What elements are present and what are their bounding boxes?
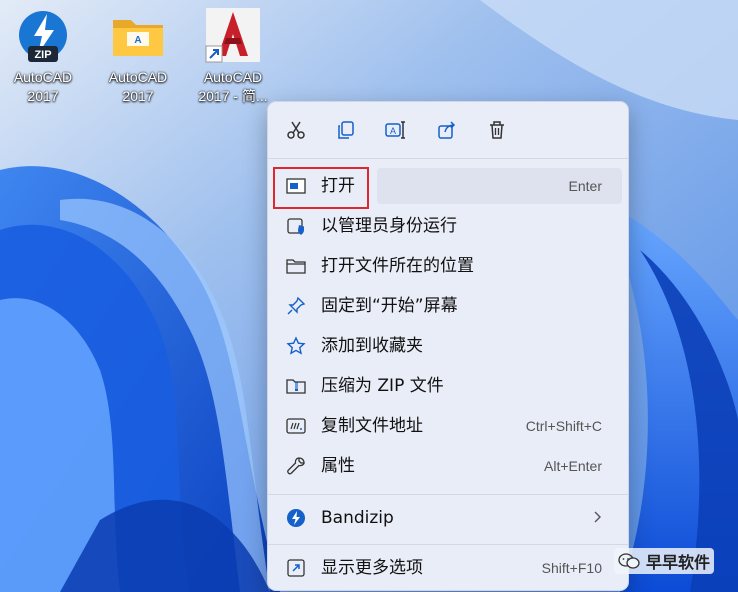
menu-item-show-more-options[interactable]: 显示更多选项 Shift+F10: [274, 550, 622, 586]
copy-icon: [338, 121, 354, 139]
desktop-icon-autocad-zip[interactable]: ZIP AutoCAD 2017: [0, 6, 86, 114]
watermark: 早早软件: [614, 548, 715, 574]
pin-icon: [286, 296, 306, 316]
folder-icon: [286, 256, 306, 276]
delete-button[interactable]: [485, 118, 509, 142]
menu-item-open-file-location[interactable]: 打开文件所在的位置: [274, 248, 622, 284]
menu-item-compress-zip[interactable]: 压缩为 ZIP 文件: [274, 368, 622, 404]
trash-icon: [490, 121, 504, 139]
menu-item-add-to-favorites[interactable]: 添加到收藏夹: [274, 328, 622, 364]
svg-text:A: A: [134, 35, 141, 46]
wrench-icon: [286, 456, 306, 476]
menu-separator: [268, 494, 628, 495]
bandizip-icon: [286, 508, 306, 528]
menu-item-label: 添加到收藏夹: [321, 336, 423, 356]
menu-item-label: 固定到“开始”屏幕: [321, 296, 458, 316]
share-icon: [438, 121, 456, 139]
watermark-text: 早早软件: [646, 553, 711, 572]
copy-button[interactable]: [334, 118, 358, 142]
shield-icon: [286, 216, 306, 236]
desktop-icon-label: AutoCAD: [203, 69, 263, 85]
svg-text:A: A: [390, 126, 396, 136]
scissors-icon: [287, 121, 305, 139]
rename-button[interactable]: A: [384, 118, 408, 142]
desktop-icon-label: 2017: [27, 88, 59, 104]
menu-item-copy-path[interactable]: 复制文件地址 Ctrl+Shift+C: [274, 408, 622, 444]
rename-icon: A: [385, 121, 405, 139]
menu-item-bandizip[interactable]: Bandizip: [274, 500, 622, 536]
desktop-icon-label: 2017: [122, 88, 154, 104]
menu-item-shortcut: Alt+Enter: [544, 458, 602, 474]
desktop-icon-autocad-shortcut[interactable]: AutoCAD 2017 - 简...: [190, 6, 276, 114]
annotation-highlight-box: [273, 167, 369, 209]
desktop-icon-autocad-folder[interactable]: A AutoCAD 2017: [95, 6, 181, 114]
menu-item-label: 显示更多选项: [321, 558, 423, 578]
quick-actions-bar: A: [268, 102, 628, 158]
menu-item-label: Bandizip: [321, 508, 394, 528]
menu-item-pin-to-start[interactable]: 固定到“开始”屏幕: [274, 288, 622, 324]
star-icon: [286, 336, 306, 356]
menu-item-label: 以管理员身份运行: [321, 216, 457, 236]
zip-icon: [286, 376, 306, 396]
menu-item-label: 属性: [321, 456, 355, 476]
menu-separator: [268, 158, 628, 159]
menu-item-shortcut: Enter: [568, 178, 602, 194]
menu-item-properties[interactable]: 属性 Alt+Enter: [274, 448, 622, 484]
menu-item-label: 打开文件所在的位置: [321, 256, 474, 276]
more-options-icon: [286, 558, 306, 578]
zip-archive-icon: ZIP: [14, 6, 72, 64]
menu-item-run-as-admin[interactable]: 以管理员身份运行: [274, 208, 622, 244]
desktop-icon-label: AutoCAD: [108, 69, 168, 85]
menu-item-shortcut: Shift+F10: [541, 560, 602, 576]
context-menu: A 打开 Enter 以管理员身份运行 打开文件所在的位置 固定到“开始”屏幕 …: [267, 101, 629, 591]
menu-item-label: 压缩为 ZIP 文件: [321, 376, 444, 396]
wechat-icon: [618, 553, 640, 569]
cut-button[interactable]: [284, 118, 308, 142]
menu-item-label: 复制文件地址: [321, 416, 423, 436]
menu-item-shortcut: Ctrl+Shift+C: [525, 418, 602, 434]
desktop-icon-label: AutoCAD: [13, 69, 73, 85]
svg-text:ZIP: ZIP: [34, 49, 51, 61]
share-button[interactable]: [435, 118, 459, 142]
autocad-shortcut-icon: [204, 6, 262, 64]
chevron-right-icon: [592, 510, 602, 528]
folder-icon: A: [109, 6, 167, 64]
copy-path-icon: [286, 416, 306, 436]
desktop-icon-label: 2017 - 简...: [198, 88, 268, 104]
menu-separator: [268, 544, 628, 545]
